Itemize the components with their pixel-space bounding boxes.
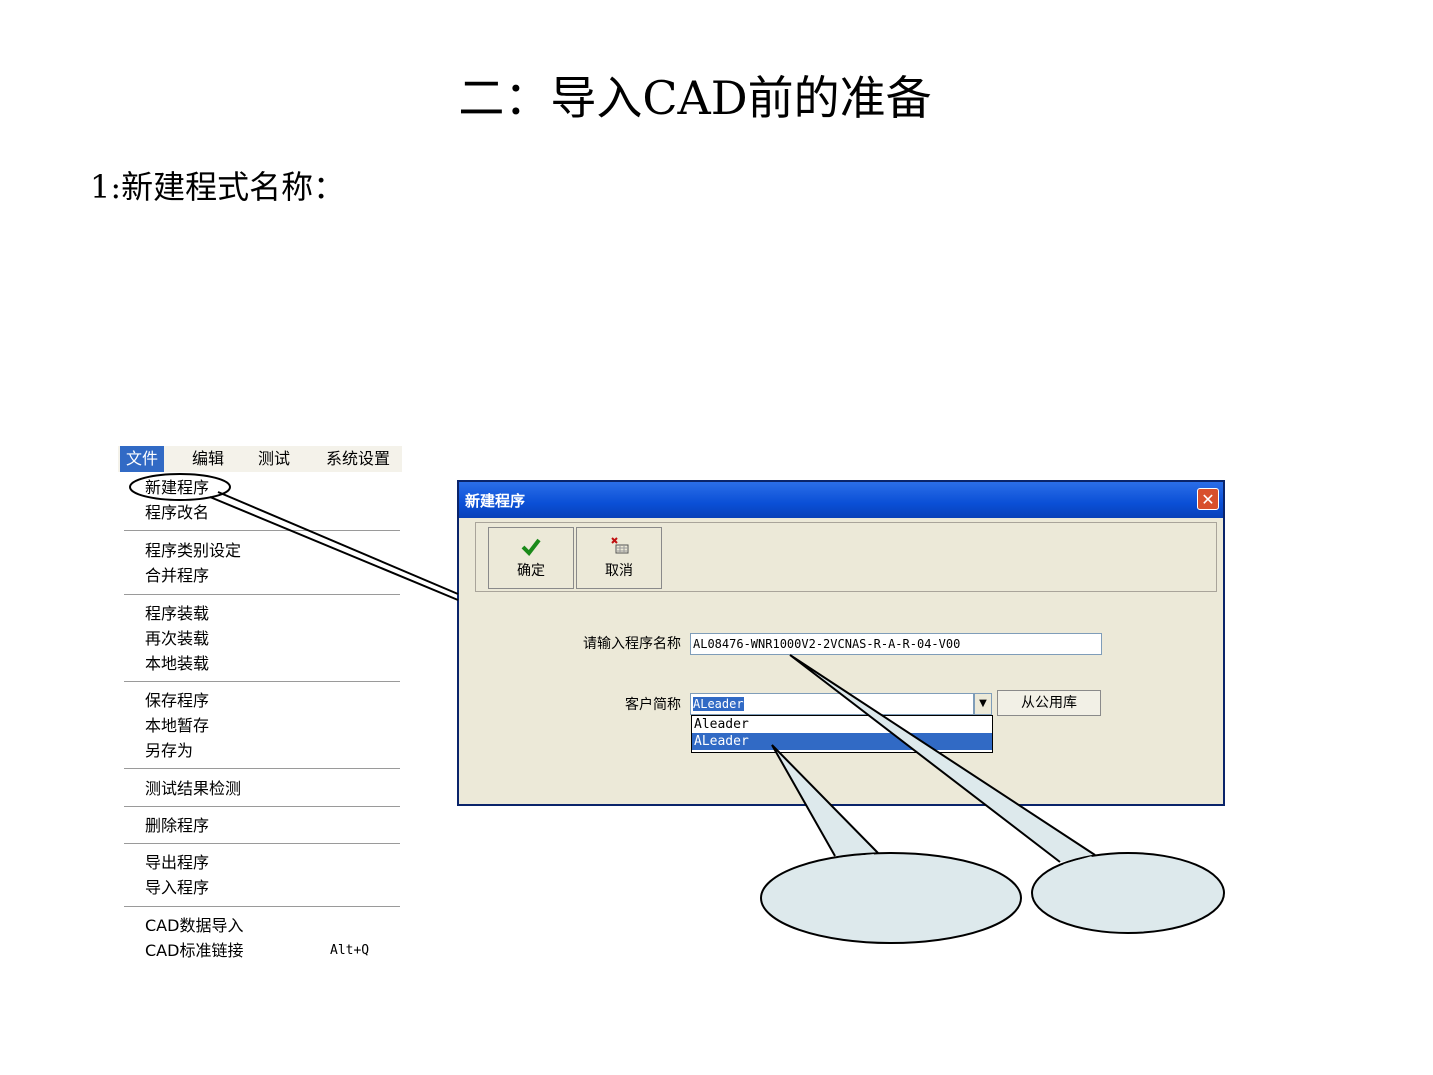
callout-bubble-left <box>760 852 1022 944</box>
pointer-line <box>209 496 459 601</box>
highlight-ellipse <box>129 473 231 501</box>
callout-bubble-right <box>1031 852 1225 934</box>
pointer-line <box>217 491 459 595</box>
annotation-overlay <box>129 473 1225 944</box>
callout-tail-left <box>771 744 879 857</box>
